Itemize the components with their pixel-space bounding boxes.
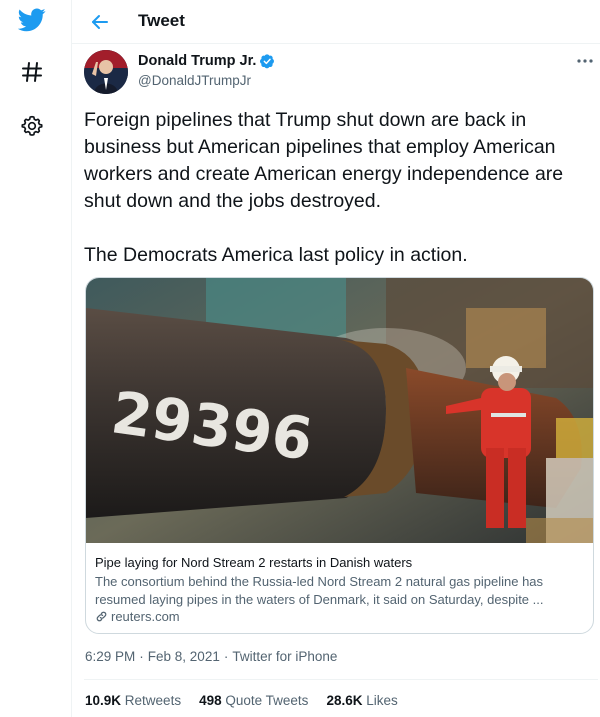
- more-options-button[interactable]: [572, 50, 598, 72]
- author-display-name[interactable]: Donald Trump Jr.: [138, 53, 256, 69]
- link-card-domain-text: reuters.com: [111, 609, 180, 624]
- tweet-date[interactable]: Feb 8, 2021: [148, 649, 220, 664]
- link-card-description: The consortium behind the Russia-led Nor…: [95, 574, 544, 607]
- link-icon: [95, 610, 108, 623]
- gear-icon[interactable]: [18, 112, 46, 140]
- tweet-source[interactable]: Twitter for iPhone: [232, 649, 337, 664]
- meta-separator: ·: [223, 649, 229, 664]
- tweet-stats: 10.9K Retweets 498 Quote Tweets 28.6K Li…: [85, 693, 398, 708]
- meta-separator: ·: [139, 649, 144, 664]
- back-button[interactable]: [86, 8, 114, 36]
- back-arrow-icon: [92, 15, 108, 29]
- tweet-detail-column: Tweet Donald Trump Jr. @DonaldJTrumpJr F…: [72, 0, 600, 717]
- likes-stat[interactable]: 28.6K Likes: [326, 693, 397, 708]
- retweets-count: 10.9K: [85, 693, 122, 708]
- link-card-domain: reuters.com: [95, 609, 180, 624]
- author-name-line: Donald Trump Jr.: [138, 53, 275, 69]
- likes-count: 28.6K: [326, 693, 363, 708]
- twitter-logo-icon[interactable]: [18, 6, 46, 34]
- page-title: Tweet: [138, 11, 185, 30]
- author-avatar[interactable]: [84, 50, 128, 94]
- likes-label: Likes: [366, 693, 398, 708]
- link-preview-image[interactable]: 29396: [86, 278, 593, 543]
- tweet-text: Foreign pipelines that Trump shut down a…: [84, 109, 564, 266]
- link-card-title[interactable]: Pipe laying for Nord Stream 2 restarts i…: [95, 555, 412, 570]
- retweets-stat[interactable]: 10.9K Retweets: [85, 693, 181, 708]
- hashtag-icon[interactable]: [18, 58, 46, 86]
- retweets-label: Retweets: [124, 693, 182, 708]
- quote-tweets-count: 498: [199, 693, 222, 708]
- page-header: Tweet: [72, 0, 600, 44]
- verified-badge-icon: [259, 53, 275, 69]
- author-handle[interactable]: @DonaldJTrumpJr: [138, 73, 251, 88]
- tweet-time[interactable]: 6:29 PM: [85, 649, 135, 664]
- link-preview-card[interactable]: 29396 Pipe laying for Nord Stream 2 rest…: [85, 277, 594, 634]
- left-nav-rail: [0, 0, 72, 717]
- quote-tweets-stat[interactable]: 498 Quote Tweets: [199, 693, 308, 708]
- more-icon: [577, 59, 593, 63]
- tweet-meta: 6:29 PM · Feb 8, 2021 · Twitter for iPho…: [85, 649, 337, 664]
- divider: [84, 679, 598, 680]
- quote-tweets-label: Quote Tweets: [225, 693, 309, 708]
